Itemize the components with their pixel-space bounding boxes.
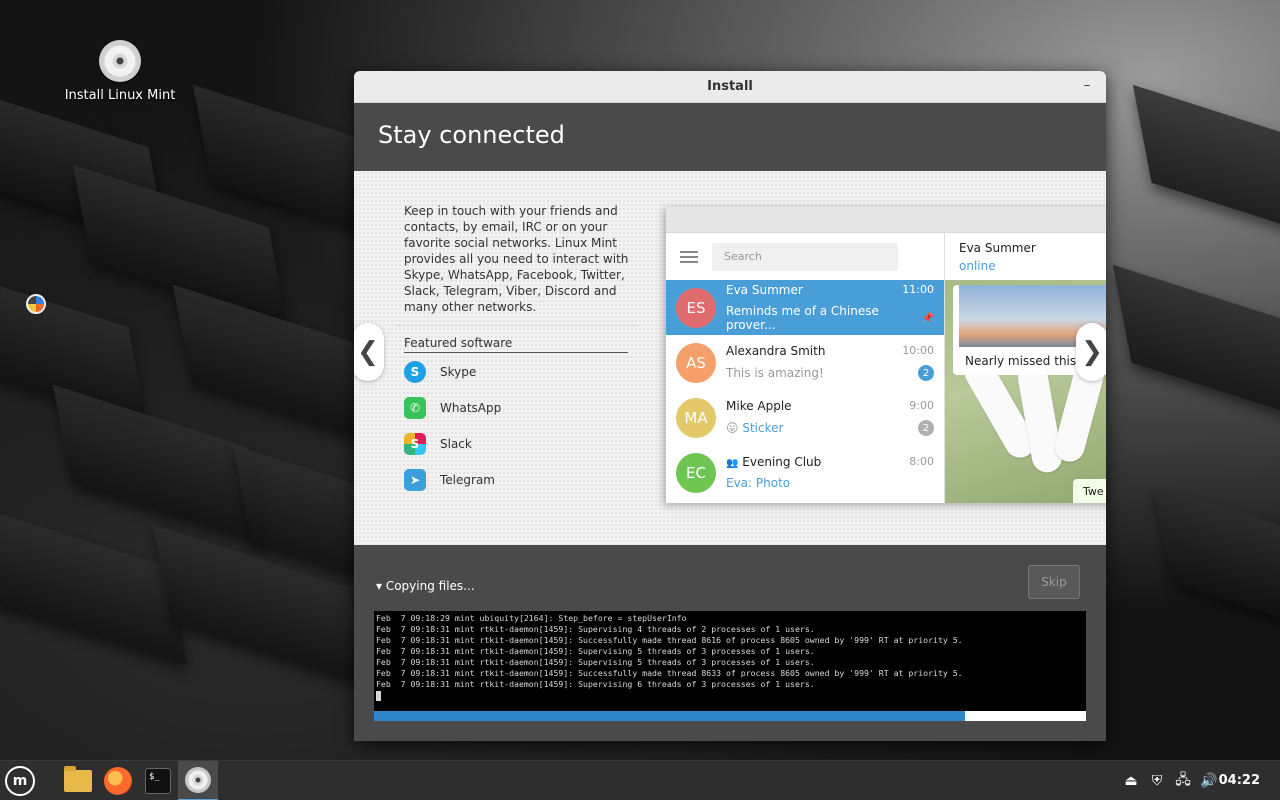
chat-preview: This is amazing! [726,366,824,380]
group-icon: 👥 [726,458,739,469]
next-slide-button[interactable]: ❯ [1076,323,1106,381]
photo-caption: Nearly missed this s [965,354,1087,368]
featured-app-telegram: ➤ Telegram [404,468,495,492]
unread-badge: 2 [918,420,934,436]
chat-name: Alexandra Smith [726,344,826,358]
hamburger-menu-icon [680,250,698,263]
update-manager-icon[interactable]: ⏏ [1118,773,1144,789]
telegram-titlebar [666,207,1106,233]
telegram-search-row: Search [666,233,944,280]
pin-icon: 📌 [921,312,934,324]
terminal-launcher[interactable]: $_ [138,761,178,800]
installer-taskbar-item[interactable] [178,761,218,800]
skip-button[interactable]: Skip [1028,565,1080,599]
shield-icon[interactable]: ⛨ [1144,773,1170,789]
firefox-launcher[interactable] [98,761,138,800]
desktop-icon-install-linux-mint[interactable]: Install Linux Mint [60,40,180,103]
avatar: EC [676,452,716,493]
taskbar: m $_ ⏏ ⛨ 🖧 🔊 04:22 [0,760,1280,800]
conversation-header: Eva Summer online [945,233,1106,280]
featured-app-label: WhatsApp [440,401,502,415]
cd-icon [99,40,141,82]
log-line: Feb 7 09:18:29 mint ubiquity[2164]: Step… [376,613,687,623]
log-line: Feb 7 09:18:31 mint rtkit-daemon[1459]: … [376,657,815,667]
chat-time: 10:00 [902,344,934,357]
log-line: Feb 7 09:18:31 mint rtkit-daemon[1459]: … [376,635,963,645]
log-line: Feb 7 09:18:31 mint rtkit-daemon[1459]: … [376,668,963,678]
linux-mint-logo-icon: m [5,766,35,796]
telegram-search-field: Search [712,242,898,271]
chat-time: 11:00 [902,283,934,296]
slideshow: Keep in touch with your friends and cont… [354,171,1106,545]
telegram-chat-list: Search ES Eva Summer 11:00 Reminds me of … [666,233,944,503]
log-line: Feb 7 09:18:31 mint rtkit-daemon[1459]: … [376,679,815,689]
color-wheel-icon[interactable] [26,294,46,314]
chat-preview: Eva: Photo [726,476,791,490]
install-log-terminal[interactable]: Feb 7 09:18:29 mint ubiquity[2164]: Step… [374,611,1086,711]
avatar: AS [676,342,716,383]
network-icon[interactable]: 🖧 [1170,769,1196,793]
folder-icon [64,766,92,792]
slack-icon: S [404,433,426,455]
telegram-chat-item: AS Alexandra Smith 10:00 This is amazing!… [666,335,944,390]
avatar: MA [676,397,716,438]
conversation-name: Eva Summer [959,241,1036,255]
terminal-icon: $_ [145,768,171,794]
featured-app-whatsapp: ✆ WhatsApp [404,396,501,420]
featured-app-label: Telegram [440,473,495,487]
minimize-button[interactable]: – [1078,77,1096,95]
window-title: Install [707,79,753,94]
divider [398,325,638,326]
slide-description: Keep in touch with your friends and cont… [404,204,629,314]
clock[interactable]: 04:22 [1219,773,1260,788]
featured-software-heading: Featured software [404,336,628,353]
system-tray: ⏏ ⛨ 🖧 🔊 [1118,761,1222,800]
log-line: Feb 7 09:18:31 mint rtkit-daemon[1459]: … [376,624,815,634]
chat-name: Evening Club [742,455,822,469]
featured-app-label: Skype [440,365,477,379]
desktop-icon-label: Install Linux Mint [64,88,176,103]
featured-app-slack: S Slack [404,432,472,456]
telegram-icon: ➤ [404,469,426,491]
files-launcher[interactable] [58,761,98,800]
chat-preview: Reminds me of a Chinese prover... [726,304,879,332]
cd-icon [185,767,211,793]
progress-area: ▾ Copying files... Skip Feb 7 09:18:29 m… [354,545,1106,741]
copying-files-expander[interactable]: ▾ Copying files... [376,579,475,593]
telegram-chat-item: EC 👥 Evening Club 8:00 Eva: Photo [666,445,944,500]
chat-name: Mike Apple [726,399,792,413]
unread-badge: 2 [918,365,934,381]
whatsapp-icon: ✆ [404,397,426,419]
chat-preview: Sticker [742,421,784,435]
log-lines: Feb 7 09:18:29 mint ubiquity[2164]: Step… [376,613,1084,690]
previous-slide-button[interactable]: ❮ [354,323,384,381]
conversation-status: online [959,259,996,273]
avatar: ES [676,287,716,328]
install-progress-bar [374,711,1086,721]
chat-time: 9:00 [909,399,934,412]
sticker-emoji-icon: 😛 [726,421,739,435]
message-bubble: Twe [1073,479,1106,503]
featured-app-skype: S Skype [404,360,476,384]
progress-fill [374,711,965,721]
firefox-icon [104,767,132,795]
skype-icon: S [404,361,426,383]
log-line: Feb 7 09:18:31 mint rtkit-daemon[1459]: … [376,646,815,656]
page-title: Stay connected [354,103,1106,171]
mint-menu-button[interactable]: m [0,761,40,800]
telegram-chat-item: ES Eva Summer 11:00 Reminds me of a Chine… [666,280,944,335]
telegram-screenshot: Search ES Eva Summer 11:00 Reminds me of … [666,207,1106,503]
chat-time: 8:00 [909,455,934,468]
telegram-chat-item: MA Mike Apple 9:00 😛 Sticker 2 [666,390,944,445]
installer-window: Install – Stay connected Keep in touch w… [354,71,1106,741]
terminal-cursor [376,690,381,701]
featured-app-label: Slack [440,437,472,451]
chat-name: Eva Summer [726,283,803,297]
window-titlebar[interactable]: Install – [354,71,1106,103]
